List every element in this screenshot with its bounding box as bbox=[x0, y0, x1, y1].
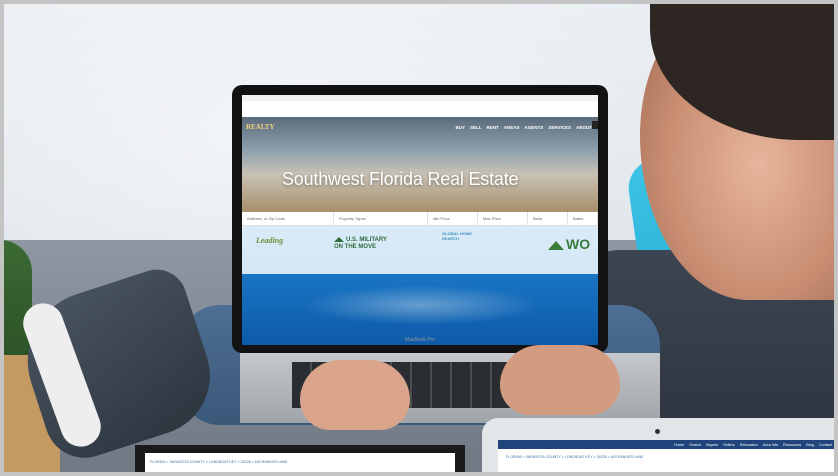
photo-scene: REALTY BUY SELL RENT AREAS AGENTS SERVIC… bbox=[0, 0, 838, 476]
image-border bbox=[0, 0, 838, 476]
